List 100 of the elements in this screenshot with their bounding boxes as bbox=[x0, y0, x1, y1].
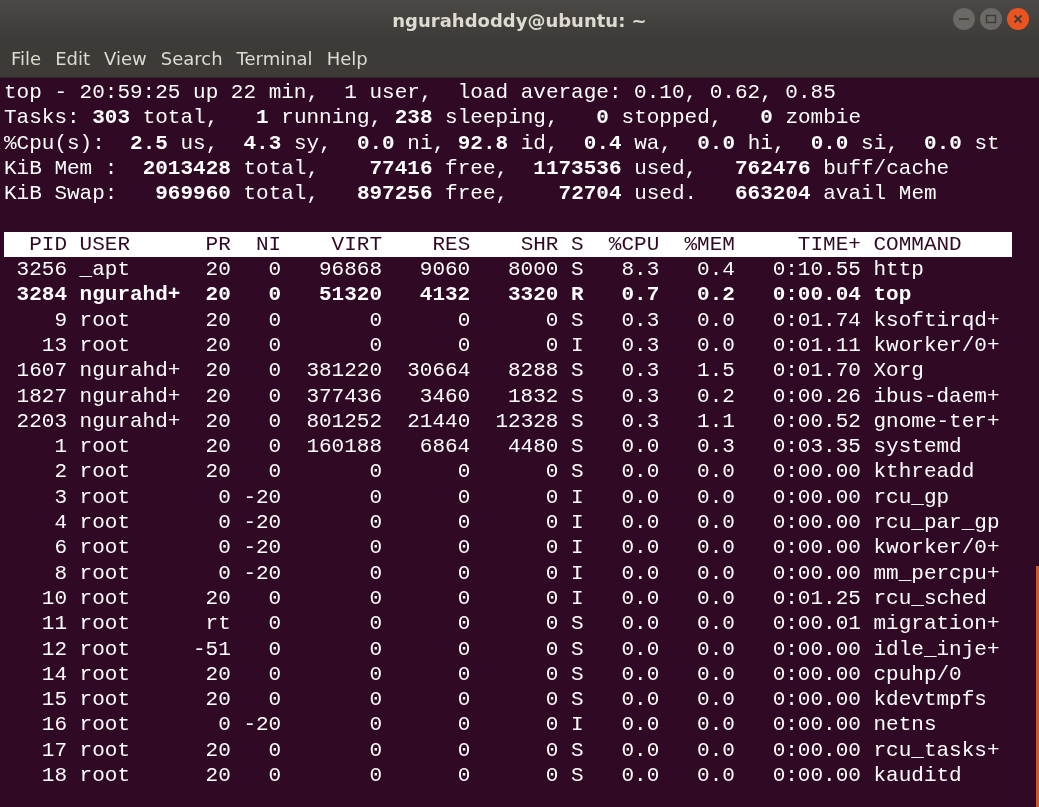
table-cell-text: 0:01.70 bbox=[771, 358, 861, 384]
table-cell-text: 20 bbox=[204, 434, 231, 460]
table-cell-text: I bbox=[570, 332, 584, 359]
table-cell-text: 160188 bbox=[305, 434, 383, 460]
table-cell-text: 0 bbox=[267, 358, 282, 384]
window-title: ngurahdoddy@ubuntu: ~ bbox=[392, 9, 647, 31]
column-header: PR bbox=[204, 231, 231, 258]
table-cell-text: root bbox=[78, 307, 131, 333]
close-button[interactable] bbox=[1007, 8, 1029, 30]
table-cell-text: gnome-ter+ bbox=[872, 408, 1001, 435]
table-cell-text: 20 bbox=[204, 332, 231, 359]
table-cell-text: 0 bbox=[544, 585, 559, 612]
menu-item[interactable]: File bbox=[4, 48, 49, 69]
table-cell-text: 3256 bbox=[15, 257, 67, 283]
table-cell-text: mm_percpu+ bbox=[872, 560, 1001, 586]
table-cell-text: 0:10.55 bbox=[771, 257, 861, 283]
table-cell-text: 0.0 bbox=[696, 535, 735, 561]
menu-item[interactable]: Edit bbox=[48, 48, 97, 69]
table-cell-text: 0 bbox=[456, 510, 471, 536]
table-cell-text: 0 bbox=[217, 510, 231, 536]
table-cell-text: netns bbox=[872, 712, 938, 738]
close-icon bbox=[1012, 13, 1024, 25]
maximize-button[interactable] bbox=[980, 8, 1002, 30]
table-cell-text: 0.0 bbox=[620, 636, 660, 662]
table-cell-text: 3284 bbox=[15, 282, 67, 308]
table-cell-text: root bbox=[78, 585, 131, 612]
table-cell-text: 0 bbox=[456, 687, 471, 713]
table-cell-text: 0.3 bbox=[620, 332, 660, 359]
table-cell-text: 21440 bbox=[406, 408, 471, 435]
table-cell-text: 0:03.35 bbox=[771, 434, 861, 460]
menu-item[interactable]: View bbox=[97, 48, 154, 69]
table-cell-text: 381220 bbox=[305, 358, 383, 384]
table-cell-text: 377436 bbox=[305, 383, 383, 409]
table-cell-text: S bbox=[570, 661, 584, 688]
table-cell-text: 0.4 bbox=[696, 257, 735, 283]
table-cell-text: 0 bbox=[368, 661, 383, 688]
summary-line: KiB Mem : 2013428 total, 77416 free, 1173536 used, 762476 buff/cache bbox=[4, 155, 951, 182]
table-cell-text: I bbox=[570, 585, 584, 612]
table-cell-text: 0.3 bbox=[620, 383, 660, 409]
menu-item[interactable]: Help bbox=[319, 48, 375, 69]
table-cell-text: 20 bbox=[204, 737, 231, 763]
table-cell-text: root bbox=[78, 332, 131, 359]
table-cell-text: 0.0 bbox=[696, 763, 735, 789]
table-cell-text: 0.0 bbox=[620, 585, 660, 612]
table-cell-text: 0 bbox=[368, 560, 383, 586]
table-cell-text: 0:00.00 bbox=[771, 712, 861, 738]
table-cell-text: 0:00.00 bbox=[771, 737, 861, 763]
table-cell-text: S bbox=[570, 459, 584, 485]
table-cell-text: 0:00.00 bbox=[771, 535, 861, 561]
table-cell-text: I bbox=[570, 712, 584, 738]
minimize-button[interactable] bbox=[953, 8, 975, 30]
table-cell-text: -20 bbox=[242, 510, 282, 536]
table-cell-text: 30664 bbox=[406, 358, 471, 384]
table-cell-text: 0 bbox=[456, 636, 471, 662]
table-cell-text: 13 bbox=[40, 332, 67, 359]
menu-item[interactable]: Terminal bbox=[229, 48, 320, 69]
table-cell-text: S bbox=[570, 307, 584, 333]
table-cell-text: 20 bbox=[204, 585, 231, 612]
table-cell-text: 0 bbox=[544, 737, 559, 763]
table-cell-text: 0 bbox=[267, 332, 282, 359]
menu-item[interactable]: Search bbox=[153, 48, 230, 69]
table-cell-text: ksoftirqd+ bbox=[872, 307, 1001, 333]
table-cell-text: 4132 bbox=[418, 282, 471, 308]
table-cell-text: 0.0 bbox=[696, 636, 735, 662]
table-cell-text: root bbox=[78, 484, 131, 511]
table-cell-text: root bbox=[78, 687, 131, 713]
table-cell-text: 0 bbox=[544, 661, 559, 688]
table-cell-text: 0.0 bbox=[696, 484, 735, 511]
table-cell-text: 0 bbox=[217, 712, 231, 738]
table-cell-text: root bbox=[78, 560, 131, 586]
table-cell-text: 0 bbox=[544, 307, 559, 333]
table-cell-text: 0:00.00 bbox=[771, 661, 861, 688]
table-cell-text: 0.0 bbox=[620, 510, 660, 536]
table-cell-text: 0.0 bbox=[620, 687, 660, 713]
table-cell-text: 12328 bbox=[494, 408, 559, 435]
table-cell-text: -20 bbox=[242, 560, 282, 586]
table-cell-text: 0.0 bbox=[620, 459, 660, 485]
table-cell-text: 0.2 bbox=[696, 383, 735, 409]
table-cell-text: S bbox=[570, 408, 584, 435]
table-cell-text: 0:00.00 bbox=[771, 763, 861, 789]
table-cell-text: kworker/0+ bbox=[872, 535, 1001, 561]
table-cell-text: 0 bbox=[267, 585, 282, 612]
table-cell-text: 0:00.00 bbox=[771, 636, 861, 662]
table-cell-text: _apt bbox=[78, 257, 131, 283]
table-cell-text: 2 bbox=[53, 459, 67, 485]
table-cell-text: 0 bbox=[267, 661, 282, 688]
table-cell-text: S bbox=[570, 763, 584, 789]
table-cell-text: ngurahd+ bbox=[78, 282, 181, 308]
table-cell-text: 0 bbox=[267, 611, 282, 637]
table-cell-text: 0 bbox=[456, 332, 471, 359]
table-cell-text: 0:00.52 bbox=[771, 408, 861, 435]
table-cell-text: 20 bbox=[204, 763, 231, 789]
table-cell-text: S bbox=[570, 687, 584, 713]
table-cell-text: 0 bbox=[544, 535, 559, 561]
table-cell-text: 0.0 bbox=[696, 611, 735, 637]
table-cell-text: ngurahd+ bbox=[78, 408, 181, 435]
table-cell-text: 0.0 bbox=[620, 484, 660, 511]
table-cell-text: 0:00.00 bbox=[771, 560, 861, 586]
table-cell-text: 0 bbox=[368, 307, 383, 333]
table-cell-text: 0 bbox=[217, 560, 231, 586]
